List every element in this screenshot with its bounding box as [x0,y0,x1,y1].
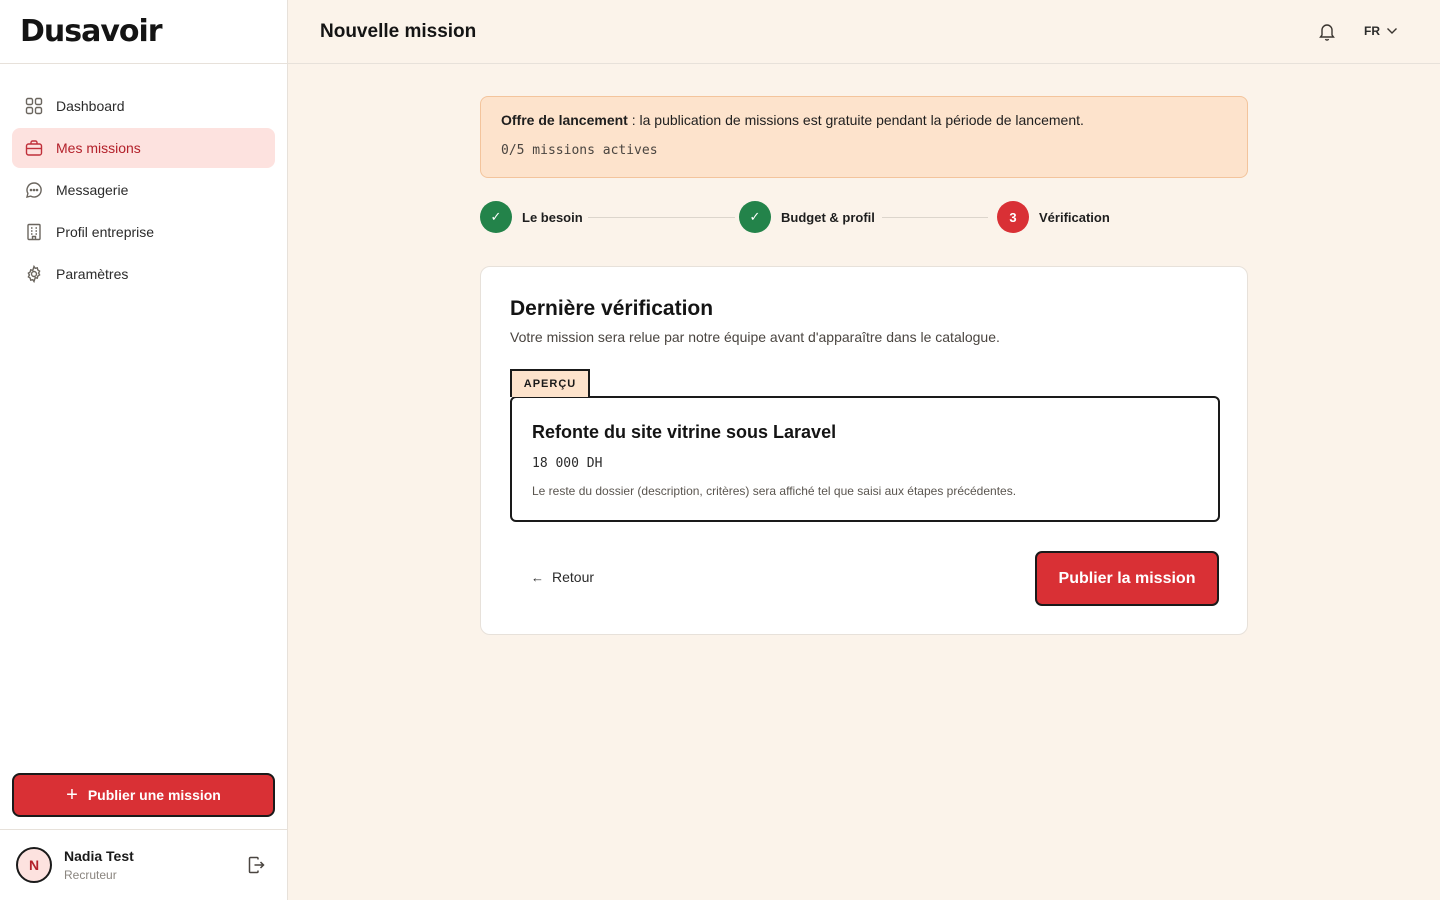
user-role: Recruteur [64,868,117,882]
stepper: ✓ Le besoin ✓ Budget & profil 3 Vérifica… [480,201,1248,233]
language-label: FR [1364,24,1380,38]
building-icon [24,222,44,242]
brand-logo[interactable]: Dusavoir [20,14,163,49]
top-header: Nouvelle mission FR [288,0,1440,64]
card-title: Dernière vérification [510,297,714,320]
arrow-left-icon: ← [531,569,544,585]
step-connector [882,217,988,218]
briefcase-icon [24,138,44,158]
publish-mission-sidebar-button[interactable]: + Publier une mission [12,773,275,817]
step-connector [588,217,735,218]
language-selector[interactable]: FR [1364,24,1398,38]
plus-icon: + [66,784,78,806]
step-number: 3 [997,201,1029,233]
card-subtitle: Votre mission sera relue par notre équip… [510,329,1000,345]
step-label: Budget & profil [781,209,875,225]
sidebar-item-label: Mes missions [56,140,141,156]
step-verification: 3 Vérification [997,201,1110,233]
check-icon: ✓ [480,201,512,233]
logout-icon[interactable] [247,856,265,879]
bell-icon[interactable] [1318,22,1336,46]
page-title: Nouvelle mission [320,20,477,42]
preview-budget: 18 000 DH [532,456,603,471]
step-le-besoin[interactable]: ✓ Le besoin [480,201,583,233]
sidebar-item-label: Profil entreprise [56,224,155,240]
sidebar-item-label: Dashboard [56,98,125,114]
back-label: Retour [552,569,595,585]
preview-title: Refonte du site vitrine sous Laravel [532,422,837,442]
back-button[interactable]: ← Retour [531,569,594,585]
sidebar: Dusavoir Dashboard Mes missions Messager… [0,0,288,900]
chat-icon [24,180,44,200]
sidebar-item-messagerie[interactable]: Messagerie [12,170,275,210]
mission-preview: Refonte du site vitrine sous Laravel 18 … [510,396,1220,522]
sidebar-item-profil-entreprise[interactable]: Profil entreprise [12,212,275,252]
step-budget-profil[interactable]: ✓ Budget & profil [739,201,875,233]
check-icon: ✓ [739,201,771,233]
sidebar-item-label: Messagerie [56,182,129,198]
user-name: Nadia Test [64,848,134,864]
avatar[interactable]: N [16,847,52,883]
user-info: Nadia Test Recruteur [64,848,134,882]
sidebar-item-parametres[interactable]: Paramètres [12,254,275,294]
publish-mission-sidebar-label: Publier une mission [87,787,221,803]
step-label: Le besoin [522,209,583,225]
verification-card: Dernière vérification Votre mission sera… [480,266,1248,635]
sidebar-item-dashboard[interactable]: Dashboard [12,86,275,126]
sidebar-item-label: Paramètres [56,266,129,282]
active-missions-count: 0/5 missions actives [501,143,658,158]
preview-note: Le reste du dossier (description, critèr… [532,484,1017,498]
gear-icon [24,264,44,284]
grid-icon [24,96,44,116]
preview-tab: APERÇU [510,369,590,397]
sidebar-item-mes-missions[interactable]: Mes missions [12,128,275,168]
user-block: N Nadia Test Recruteur [0,829,287,900]
banner-strong: Offre de lancement [501,112,628,128]
sidebar-nav: Dashboard Mes missions Messagerie Profil… [0,64,287,294]
launch-offer-banner: Offre de lancement : la publication de m… [480,96,1248,178]
step-label: Vérification [1039,209,1110,225]
publish-mission-button[interactable]: Publier la mission [1035,551,1219,606]
banner-text: : la publication de missions est gratuit… [627,112,1084,128]
brand: Dusavoir [0,0,287,64]
chevron-down-icon [1387,28,1397,34]
banner-message: Offre de lancement : la publication de m… [501,112,1227,128]
